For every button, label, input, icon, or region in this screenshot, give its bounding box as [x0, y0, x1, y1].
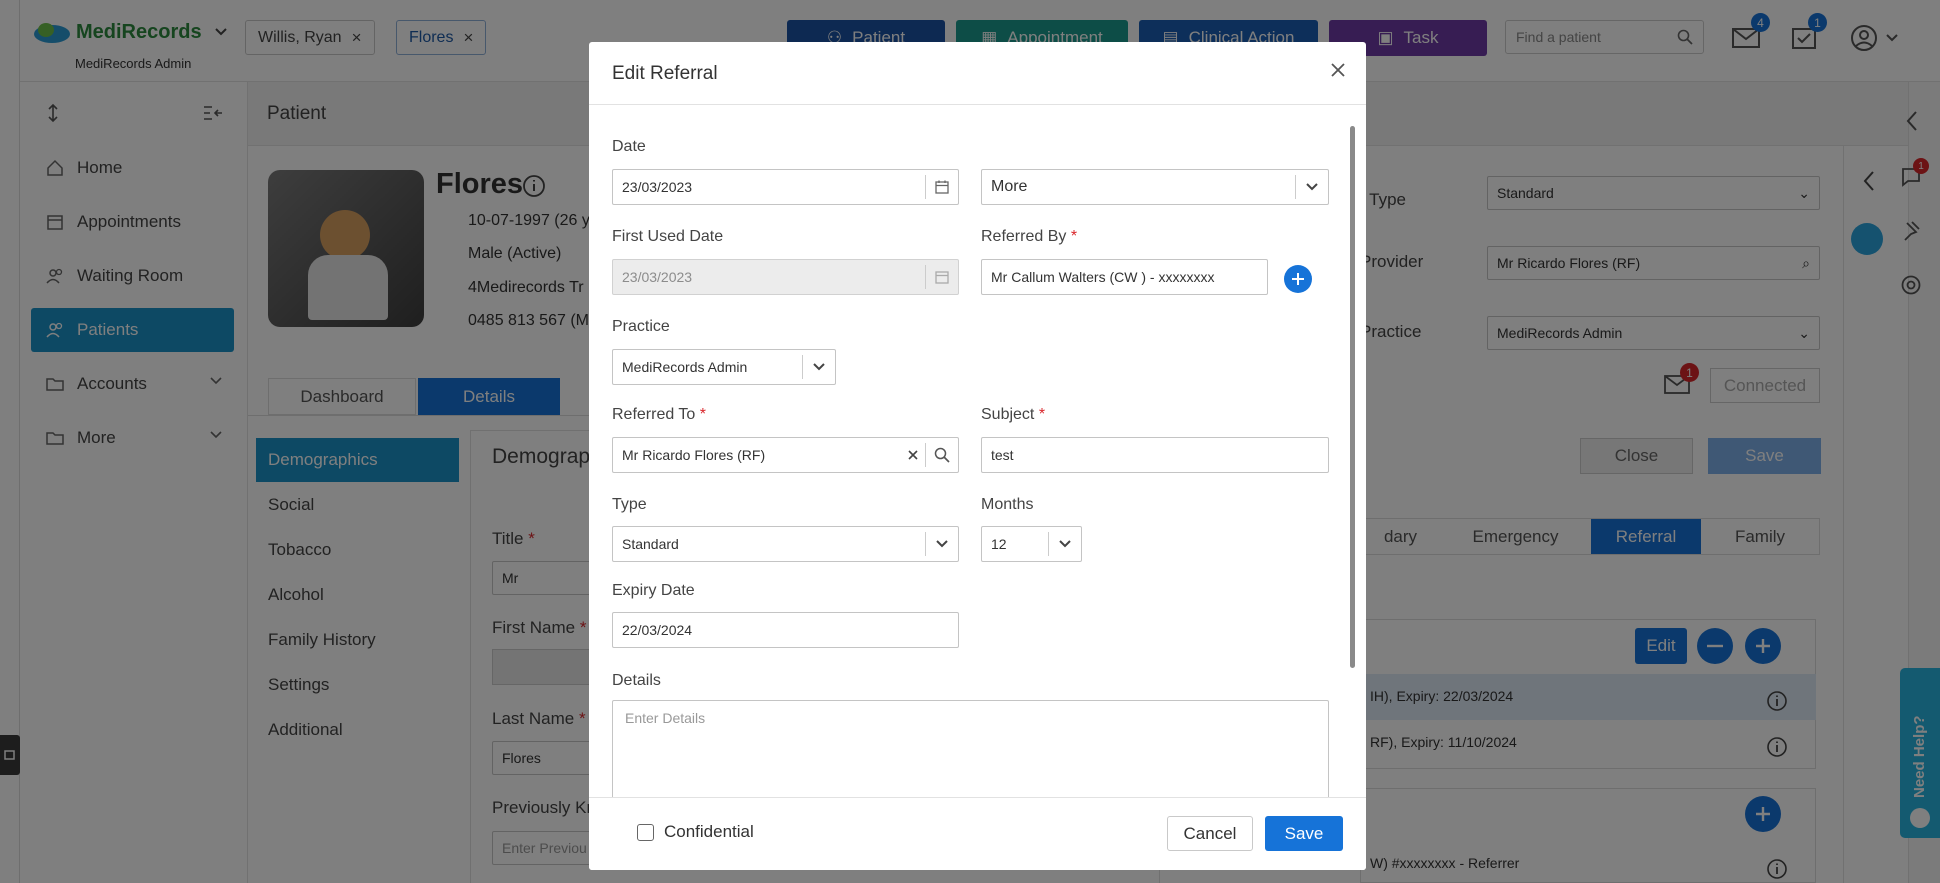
subject-value: test [991, 447, 1014, 463]
practice-value: MediRecords Admin [622, 359, 748, 375]
more-value: More [991, 178, 1028, 195]
edit-referral-modal: Edit Referral Date 23/03/2023 More First… [589, 42, 1366, 870]
calendar-icon[interactable] [926, 180, 958, 194]
referred-to-field[interactable]: Mr Ricardo Flores (RF) [612, 437, 959, 473]
modal-title: Edit Referral [612, 63, 718, 84]
details-placeholder: Enter Details [625, 710, 706, 726]
expiry-date-field[interactable]: 22/03/2024 [612, 612, 959, 648]
chevron-down-icon [803, 363, 835, 371]
chevron-down-icon [1296, 183, 1328, 191]
type-value: Standard [622, 536, 679, 552]
subject-field[interactable]: test [981, 437, 1329, 473]
months-select[interactable]: 12 [981, 526, 1082, 562]
chevron-down-icon [1049, 540, 1081, 548]
practice-label: Practice [612, 318, 670, 335]
type-label: Type [612, 496, 647, 513]
calendar-icon [926, 270, 958, 284]
subject-label: Subject * [981, 406, 1046, 423]
confidential-label: Confidential [664, 822, 754, 841]
first-used-date-label: First Used Date [612, 228, 724, 245]
more-select[interactable]: More [981, 169, 1329, 205]
referred-by-label: Referred By * [981, 228, 1078, 245]
search-icon[interactable] [926, 447, 958, 463]
details-textarea[interactable]: Enter Details [612, 700, 1329, 810]
first-used-date-field: 23/03/2023 [612, 259, 959, 295]
cancel-button[interactable]: Cancel [1167, 816, 1253, 851]
date-value: 23/03/2023 [622, 179, 693, 195]
practice-select[interactable]: MediRecords Admin [612, 349, 836, 385]
expiry-date-label: Expiry Date [612, 582, 695, 599]
confidential-checkbox[interactable] [637, 824, 654, 841]
close-icon[interactable] [1330, 62, 1346, 78]
clear-icon[interactable] [901, 450, 925, 460]
months-label: Months [981, 496, 1034, 513]
chevron-down-icon [926, 540, 958, 548]
first-used-date-value: 23/03/2023 [622, 269, 693, 285]
expiry-date-value: 22/03/2024 [622, 622, 693, 638]
date-field[interactable]: 23/03/2023 [612, 169, 959, 205]
type-select[interactable]: Standard [612, 526, 959, 562]
save-button[interactable]: Save [1265, 816, 1343, 851]
referred-by-field[interactable]: Mr Callum Walters (CW ) - xxxxxxxx [981, 259, 1268, 295]
months-value: 12 [991, 536, 1007, 552]
add-referrer-button[interactable] [1284, 265, 1312, 293]
plus-icon [1292, 273, 1304, 285]
modal-scrollbar[interactable] [1350, 126, 1355, 668]
details-label: Details [612, 672, 661, 689]
referred-to-value: Mr Ricardo Flores (RF) [622, 447, 766, 463]
date-label: Date [612, 138, 646, 155]
referred-to-label: Referred To * [612, 406, 706, 423]
referred-by-value: Mr Callum Walters (CW ) - xxxxxxxx [991, 269, 1215, 285]
